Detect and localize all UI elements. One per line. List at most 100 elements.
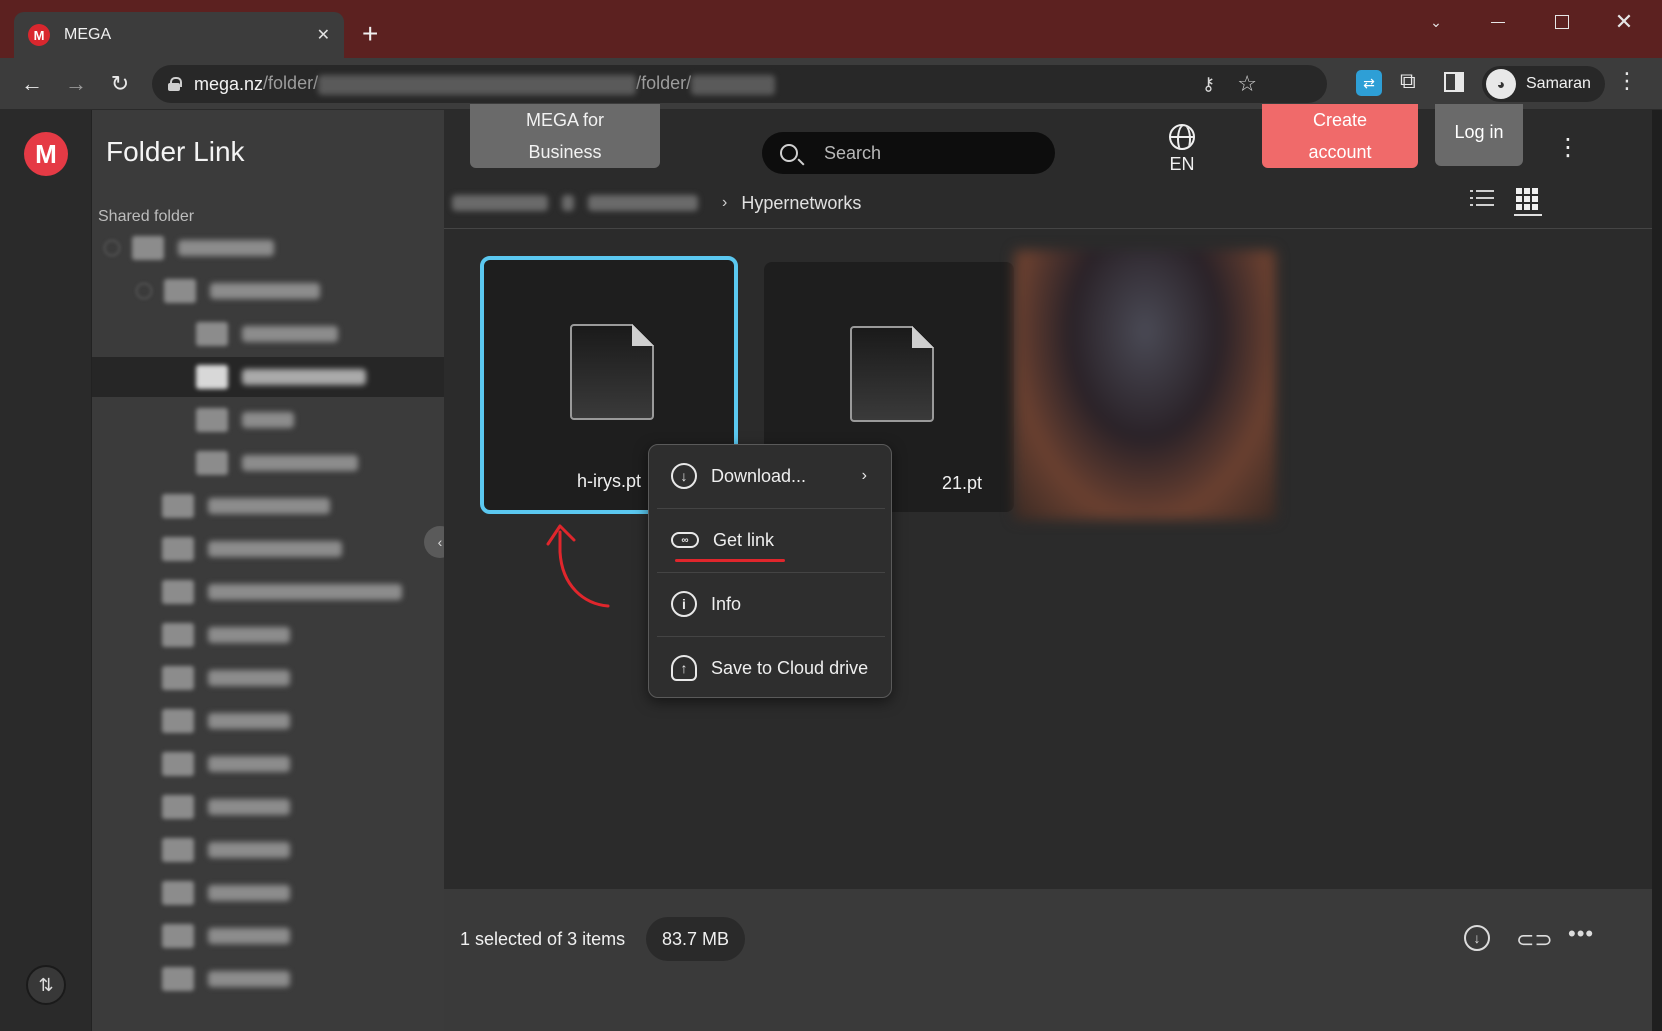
grid-cell	[1516, 196, 1522, 202]
profile-button[interactable]: ◕ Samaran	[1482, 66, 1605, 102]
download-icon[interactable]: ↓	[1464, 925, 1490, 951]
lock-icon	[168, 77, 182, 91]
url-path-segment: /folder/	[263, 73, 319, 94]
list-view-icon[interactable]	[1470, 190, 1494, 210]
bookmark-star-icon[interactable]: ☆	[1237, 71, 1257, 97]
top-bar: MEGA for Business EN Create account Log …	[444, 104, 1662, 175]
tree-folder-item[interactable]	[98, 701, 444, 741]
folder-icon	[162, 881, 194, 905]
tree-folder-item[interactable]	[98, 228, 444, 268]
search-box[interactable]	[762, 132, 1055, 174]
mega-logo-icon[interactable]: M	[24, 132, 68, 176]
profile-name: Samaran	[1526, 75, 1591, 92]
maximize-button[interactable]	[1540, 8, 1584, 36]
tree-folder-item[interactable]	[98, 572, 444, 612]
create-label-line2: account	[1308, 142, 1372, 162]
extensions-puzzle-icon[interactable]: ⧉	[1400, 68, 1416, 94]
tab-search-icon[interactable]: ⌄	[1414, 8, 1458, 36]
globe-icon	[1169, 124, 1195, 150]
selection-count: 1 selected of 3 items	[460, 929, 626, 949]
tree-folder-item[interactable]	[98, 529, 444, 569]
menu-item-download[interactable]: ↓ Download... ›	[649, 445, 891, 507]
menu-item-save-to-cloud[interactable]: ↑ Save to Cloud drive	[649, 637, 891, 699]
folder-icon	[162, 580, 194, 604]
folder-icon	[162, 537, 194, 561]
tree-folder-item[interactable]	[98, 916, 444, 956]
tree-folder-item[interactable]	[98, 873, 444, 913]
forward-button[interactable]: →	[60, 68, 92, 100]
tab-close-icon[interactable]: ✕	[317, 25, 330, 45]
more-horizontal-icon[interactable]: •••	[1568, 921, 1594, 947]
mega-favicon-icon: M	[28, 24, 50, 46]
back-button[interactable]: ←	[16, 68, 48, 100]
tree-expander-icon[interactable]	[136, 283, 152, 299]
more-options-icon[interactable]: ⋮	[1556, 136, 1580, 160]
tree-expander-icon[interactable]	[104, 240, 120, 256]
url-host: mega.nz	[194, 73, 264, 94]
folder-tree-sidebar: Folder Link Shared folder	[92, 110, 444, 1031]
menu-item-info[interactable]: i Info	[649, 573, 891, 635]
menu-label-info: Info	[711, 593, 742, 614]
create-label-line1: Create	[1312, 110, 1368, 130]
window-close-button[interactable]: ✕	[1602, 8, 1646, 36]
browser-toolbar: ← → ↻ mega.nz /folder/ /folder/ ⚷ ☆ ⇄ ⧉ ◕…	[0, 58, 1662, 110]
folder-icon	[196, 408, 228, 432]
redacted-folder-name	[208, 885, 290, 901]
redacted-folder-name	[208, 541, 342, 557]
tree-folder-item[interactable]	[98, 658, 444, 698]
redacted-breadcrumb[interactable]	[588, 195, 698, 211]
login-button[interactable]: Log in	[1435, 104, 1523, 166]
maximize-icon	[1555, 15, 1569, 29]
scrollbar[interactable]	[1652, 110, 1662, 1031]
grid-view-icon[interactable]	[1514, 186, 1542, 216]
image-thumbnail-card[interactable]	[1014, 250, 1276, 520]
url-path-segment: /folder/	[636, 73, 692, 94]
tree-folder-item[interactable]	[98, 959, 444, 999]
tree-folder-item[interactable]	[98, 787, 444, 827]
grid-cell	[1516, 188, 1522, 194]
transfer-manager-icon[interactable]: ⇅	[26, 965, 66, 1005]
minimize-button[interactable]	[1476, 8, 1520, 36]
folder-icon	[196, 365, 228, 389]
tree-folder-item[interactable]	[98, 744, 444, 784]
search-input[interactable]	[824, 142, 1024, 164]
reload-button[interactable]: ↻	[104, 68, 136, 100]
cloud-upload-icon: ↑	[671, 655, 697, 681]
tree-folder-item[interactable]	[98, 314, 444, 354]
folder-icon	[162, 709, 194, 733]
extension-icon[interactable]: ⇄	[1356, 70, 1382, 96]
language-label: EN	[1169, 154, 1195, 174]
list-line	[1470, 190, 1494, 192]
language-button[interactable]: EN	[1160, 124, 1204, 175]
tree-folder-item[interactable]	[98, 615, 444, 655]
address-bar[interactable]: mega.nz /folder/ /folder/ ⚷ ☆	[152, 65, 1327, 103]
redacted-folder-name	[242, 455, 358, 471]
password-key-icon[interactable]: ⚷	[1202, 74, 1215, 95]
mega-for-business-button[interactable]: MEGA for Business	[470, 104, 660, 168]
search-icon	[780, 144, 798, 162]
tree-folder-item[interactable]	[98, 271, 444, 311]
side-panel-icon[interactable]	[1444, 72, 1464, 92]
tree-folder-item[interactable]	[98, 400, 444, 440]
link-icon[interactable]: ⊂⊃	[1516, 927, 1553, 953]
tree-folder-item-selected[interactable]	[92, 357, 444, 397]
menu-label-download: Download...	[711, 465, 807, 486]
redacted-breadcrumb[interactable]	[562, 195, 574, 211]
folder-icon	[162, 967, 194, 991]
chevron-right-icon: ›	[861, 467, 867, 484]
create-account-button[interactable]: Create account	[1262, 104, 1418, 168]
selection-size-badge: 83.7 MB	[646, 917, 746, 961]
grid-cell	[1516, 204, 1522, 210]
business-label-line2: Business	[528, 142, 602, 162]
info-icon: i	[671, 591, 697, 617]
tree-folder-item[interactable]	[98, 830, 444, 870]
tree-folder-item[interactable]	[98, 443, 444, 483]
redacted-breadcrumb[interactable]	[452, 195, 548, 211]
tree-folder-item[interactable]	[98, 486, 444, 526]
browser-tab[interactable]: M MEGA ✕	[14, 12, 344, 58]
redacted-folder-name	[208, 627, 290, 643]
breadcrumb: › Hypernetworks	[452, 188, 861, 218]
browser-menu-icon[interactable]: ⋮	[1616, 68, 1638, 94]
new-tab-button[interactable]: +	[362, 20, 378, 48]
folder-icon	[164, 279, 196, 303]
